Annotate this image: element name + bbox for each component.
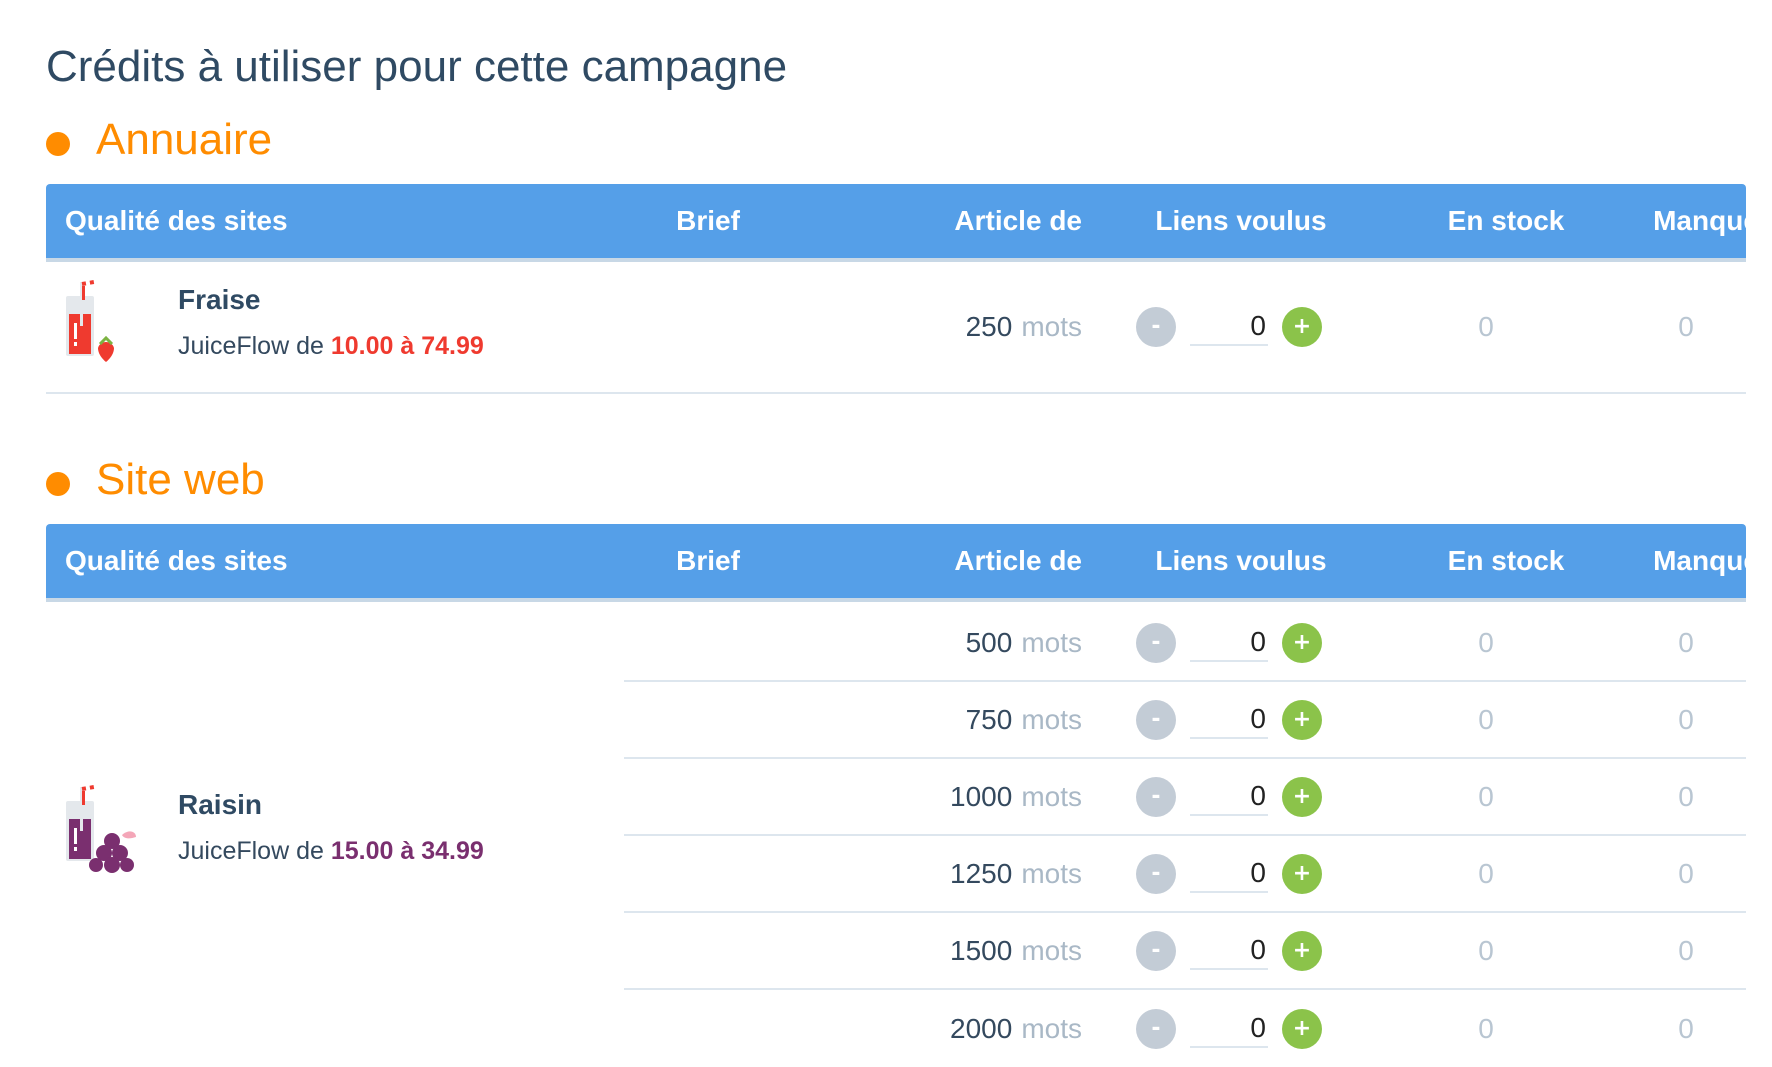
section-title-label: Site web [96,455,265,504]
links-quantity-stepper: - + [1136,262,1326,392]
links-quantity-stepper: - + [1136,990,1326,1067]
article-length: 1500 mots [866,913,1082,988]
decrement-button[interactable]: - [1136,699,1176,740]
increment-button[interactable]: + [1282,307,1322,347]
article-length: 1250 mots [866,836,1082,911]
column-header-links-wanted: Liens voulus [1155,545,1327,576]
word-count: 1250 [950,857,1013,889]
links-quantity-stepper: - + [1136,759,1326,834]
links-quantity-stepper: - + [1136,605,1326,680]
missing-value: 0 [1678,311,1694,342]
decrement-button[interactable]: - [1136,930,1176,971]
in-stock-value: 0 [1478,780,1494,812]
links-quantity-input[interactable] [1190,1009,1268,1048]
decrement-button[interactable]: - [1136,622,1176,663]
links-quantity-input[interactable] [1190,931,1268,970]
word-unit: mots [1021,703,1082,735]
increment-button[interactable]: + [1282,776,1322,817]
table-row: 1250mots - + 0 0 [624,836,1746,913]
links-quantity-input[interactable] [1190,777,1268,816]
column-header-brief: Brief [676,545,740,576]
missing-value: 0 [1678,780,1694,812]
table-row: 500mots - + 0 0 [624,605,1746,682]
word-count: 500 [965,626,1013,658]
links-quantity-input[interactable] [1190,308,1268,346]
decrement-button[interactable]: - [1136,307,1176,347]
links-quantity-stepper: - + [1136,836,1326,911]
column-header-in-stock: En stock [1447,545,1565,576]
in-stock-value: 0 [1478,857,1494,889]
table-header-annuaire: Qualité des sites Brief Article de Liens… [46,184,1759,262]
missing-value: 0 [1678,857,1694,889]
article-length: 1000 mots [866,759,1082,834]
increment-button[interactable]: + [1282,699,1322,740]
column-header-brief: Brief [676,205,740,236]
column-header-missing: Manque [1653,205,1759,236]
article-length: 2000 mots [866,990,1082,1067]
links-quantity-stepper: - + [1136,913,1326,988]
word-unit: mots [1021,780,1082,812]
decrement-button[interactable]: - [1136,853,1176,894]
word-count: 750 [965,703,1013,735]
links-quantity-input[interactable] [1190,700,1268,739]
missing-value: 0 [1678,626,1694,658]
price-range-prefix: JuiceFlow de [178,837,324,865]
column-header-article: Article de [954,545,1082,576]
missing-value: 0 [1678,703,1694,735]
in-stock-value: 0 [1478,626,1494,658]
column-header-quality: Qualité des sites [65,205,288,236]
word-count: 1500 [950,934,1013,966]
links-quantity-input[interactable] [1190,854,1268,893]
price-range-values: 15.00 à 34.99 [330,837,484,865]
table-row: 1000mots - + 0 0 [624,759,1746,836]
section-title-site-web: Site web [46,452,265,508]
column-header-quality: Qualité des sites [65,545,288,576]
column-header-in-stock: En stock [1447,205,1565,236]
increment-button[interactable]: + [1282,622,1322,663]
article-length: 500 mots [866,605,1082,680]
decrement-button[interactable]: - [1136,1008,1176,1049]
column-header-missing: Manque [1653,545,1759,576]
column-header-links-wanted: Liens voulus [1155,205,1327,236]
article-length: 250 mots [866,262,1082,392]
table-row: 250 mots - + 0 0 [46,262,1746,394]
section-bullet [46,472,70,496]
missing-value: 0 [1678,1012,1694,1044]
page-title: Crédits à utiliser pour cette campagne [46,42,788,91]
word-count: 1000 [950,780,1013,812]
in-stock-value: 0 [1478,934,1494,966]
quality-name: Raisin [178,789,263,820]
word-unit: mots [1021,934,1082,966]
in-stock-value: 0 [1478,311,1494,342]
quality-price-range: JuiceFlow de 15.00 à 34.99 [178,837,484,866]
word-unit: mots [1021,1012,1082,1044]
section-bullet [46,132,70,156]
article-length: 750 mots [866,682,1082,757]
missing-value: 0 [1678,934,1694,966]
word-count: 2000 [950,1012,1013,1044]
increment-button[interactable]: + [1282,930,1322,971]
in-stock-value: 0 [1478,1012,1494,1044]
table-header-site-web: Qualité des sites Brief Article de Liens… [46,524,1759,602]
in-stock-value: 0 [1478,703,1494,735]
decrement-button[interactable]: - [1136,776,1176,817]
column-header-article: Article de [954,205,1082,236]
table-row: 750mots - + 0 0 [624,682,1746,759]
section-title-label: Annuaire [96,115,273,164]
table-row: 1500mots - + 0 0 [624,913,1746,990]
word-count: 250 [965,311,1013,342]
grape-juice-icon [66,785,136,873]
table-row: 2000mots - + 0 0 [624,990,1746,1067]
increment-button[interactable]: + [1282,853,1322,894]
word-unit: mots [1021,311,1082,342]
increment-button[interactable]: + [1282,1008,1322,1049]
links-quantity-stepper: - + [1136,682,1326,757]
word-unit: mots [1021,857,1082,889]
links-quantity-input[interactable] [1190,623,1268,662]
section-title-annuaire: Annuaire [46,112,272,168]
word-unit: mots [1021,626,1082,658]
